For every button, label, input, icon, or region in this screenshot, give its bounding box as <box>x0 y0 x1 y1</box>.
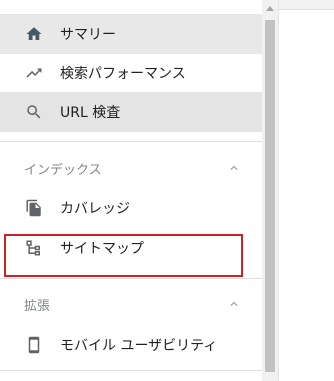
home-icon <box>24 24 44 44</box>
sidebar-item-sitemaps[interactable]: サイトマップ <box>0 228 262 268</box>
sidebar-item-label: サイトマップ <box>60 241 144 257</box>
divider <box>0 278 262 279</box>
divider <box>0 141 262 142</box>
scrollbar-thumb[interactable] <box>265 20 275 372</box>
sidebar-item-label: サマリー <box>60 27 116 43</box>
section-title: インデックス <box>24 162 102 178</box>
sidebar-item-label: カバレッジ <box>60 201 130 217</box>
sidebar-item-summary[interactable]: サマリー <box>0 14 262 54</box>
trending-up-icon <box>24 63 44 83</box>
sidebar-item-mobile-usability[interactable]: モバイル ユーザビリティ <box>0 325 262 365</box>
chevron-up-icon[interactable] <box>226 296 242 312</box>
sidebar-nav: サマリー 検索パフォーマンス URL 検査 インデックス カバレッジ サイトマッ… <box>0 0 278 381</box>
sidebar-item-label: URL 検査 <box>60 105 121 121</box>
sitemap-icon <box>24 238 44 258</box>
scroll-up-arrow-icon[interactable] <box>262 0 278 16</box>
sidebar-item-label: 検索パフォーマンス <box>60 66 186 82</box>
section-header-enhancements[interactable]: 拡張 <box>0 288 262 320</box>
sidebar-item-search-performance[interactable]: 検索パフォーマンス <box>0 53 262 93</box>
chevron-up-icon[interactable] <box>226 160 242 176</box>
main-content-edge <box>278 0 334 381</box>
content-header-bar <box>279 0 334 10</box>
divider <box>0 370 262 371</box>
sidebar-item-label: モバイル ユーザビリティ <box>60 338 218 354</box>
sidebar-item-coverage[interactable]: カバレッジ <box>0 188 262 228</box>
sidebar-item-url-inspection[interactable]: URL 検査 <box>0 92 262 132</box>
section-title: 拡張 <box>24 298 51 314</box>
app-frame: サマリー 検索パフォーマンス URL 検査 インデックス カバレッジ サイトマッ… <box>0 0 334 381</box>
section-header-index[interactable]: インデックス <box>0 152 262 184</box>
file-copy-icon <box>24 198 44 218</box>
smartphone-icon <box>24 335 44 355</box>
search-icon <box>24 102 44 122</box>
